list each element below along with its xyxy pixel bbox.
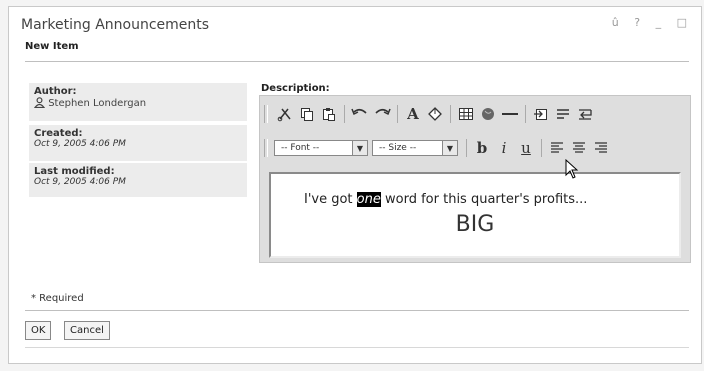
editor-content-area[interactable]: I've got one word for this quarter's pro… [269, 172, 681, 258]
chevron-down-icon[interactable]: ▼ [352, 141, 367, 155]
portlet-window: Marketing Announcements û ? _ □ New Item… [8, 6, 702, 364]
bold-button[interactable]: b [471, 138, 493, 158]
window-controls[interactable]: û ? _ □ [612, 16, 693, 29]
toolbar-row-2: -- Font -- ▼ -- Size -- ▼ b i u [264, 136, 612, 160]
divider [25, 61, 689, 62]
align-center-icon[interactable] [568, 138, 590, 158]
author-block: Author: Stephen Londergan [29, 83, 247, 121]
font-select-value: -- Font -- [281, 143, 320, 153]
required-note: * Required [31, 293, 84, 304]
created-label: Created: [34, 128, 83, 139]
form-subtitle: New Item [25, 41, 79, 52]
selected-text: one [356, 192, 381, 207]
toolbar-grip[interactable] [264, 105, 268, 123]
content-text: I've got [304, 192, 357, 207]
highlight-color-icon[interactable] [424, 104, 446, 124]
undo-icon[interactable] [349, 104, 371, 124]
horizontal-rule-icon[interactable] [499, 104, 521, 124]
font-color-icon[interactable]: A [402, 104, 424, 124]
insert-image-icon[interactable] [530, 104, 552, 124]
content-line: I've got one word for this quarter's pro… [304, 192, 587, 207]
portlet-title: Marketing Announcements [21, 17, 210, 33]
font-select[interactable]: -- Font -- ▼ [274, 140, 368, 156]
big-text: BIG [455, 212, 495, 237]
toolbar-grip[interactable] [264, 139, 268, 157]
italic-button[interactable]: i [493, 138, 515, 158]
align-right-icon[interactable] [590, 138, 612, 158]
toolbar-separator [397, 105, 398, 123]
modified-label: Last modified: [34, 166, 115, 177]
user-icon [33, 97, 46, 111]
toolbar-separator [525, 105, 526, 123]
rich-text-editor: A -- Font -- ▼ -- Size -- ▼ b i u I've g… [259, 95, 691, 263]
divider [25, 347, 689, 348]
cut-icon[interactable] [274, 104, 296, 124]
copy-icon[interactable] [296, 104, 318, 124]
underline-button[interactable]: u [515, 138, 537, 158]
description-label: Description: [261, 83, 330, 94]
toolbar-separator [344, 105, 345, 123]
divider [25, 310, 689, 311]
mouse-cursor-icon [565, 158, 579, 183]
modified-value: Oct 9, 2005 4:06 PM [34, 177, 126, 187]
created-value: Oct 9, 2005 4:06 PM [34, 139, 126, 149]
ok-button[interactable]: OK [25, 321, 52, 340]
chevron-down-icon[interactable]: ▼ [442, 141, 457, 155]
modified-block: Last modified: Oct 9, 2005 4:06 PM [29, 163, 247, 197]
author-name[interactable]: Stephen Londergan [48, 98, 146, 109]
author-label: Author: [34, 86, 77, 97]
toolbar-row-1: A [264, 102, 596, 126]
paragraph-icon[interactable] [552, 104, 574, 124]
insert-link-icon[interactable] [477, 104, 499, 124]
created-block: Created: Oct 9, 2005 4:06 PM [29, 125, 247, 161]
toolbar-separator [541, 139, 542, 157]
redo-icon[interactable] [371, 104, 393, 124]
align-left-icon[interactable] [546, 138, 568, 158]
line-break-icon[interactable] [574, 104, 596, 124]
paste-icon[interactable] [318, 104, 340, 124]
toolbar-separator [450, 105, 451, 123]
table-icon[interactable] [455, 104, 477, 124]
size-select[interactable]: -- Size -- ▼ [372, 140, 458, 156]
content-text: word for this quarter's profits... [380, 192, 588, 207]
toolbar-separator [466, 139, 467, 157]
cancel-button[interactable]: Cancel [64, 321, 110, 340]
size-select-value: -- Size -- [379, 143, 417, 153]
